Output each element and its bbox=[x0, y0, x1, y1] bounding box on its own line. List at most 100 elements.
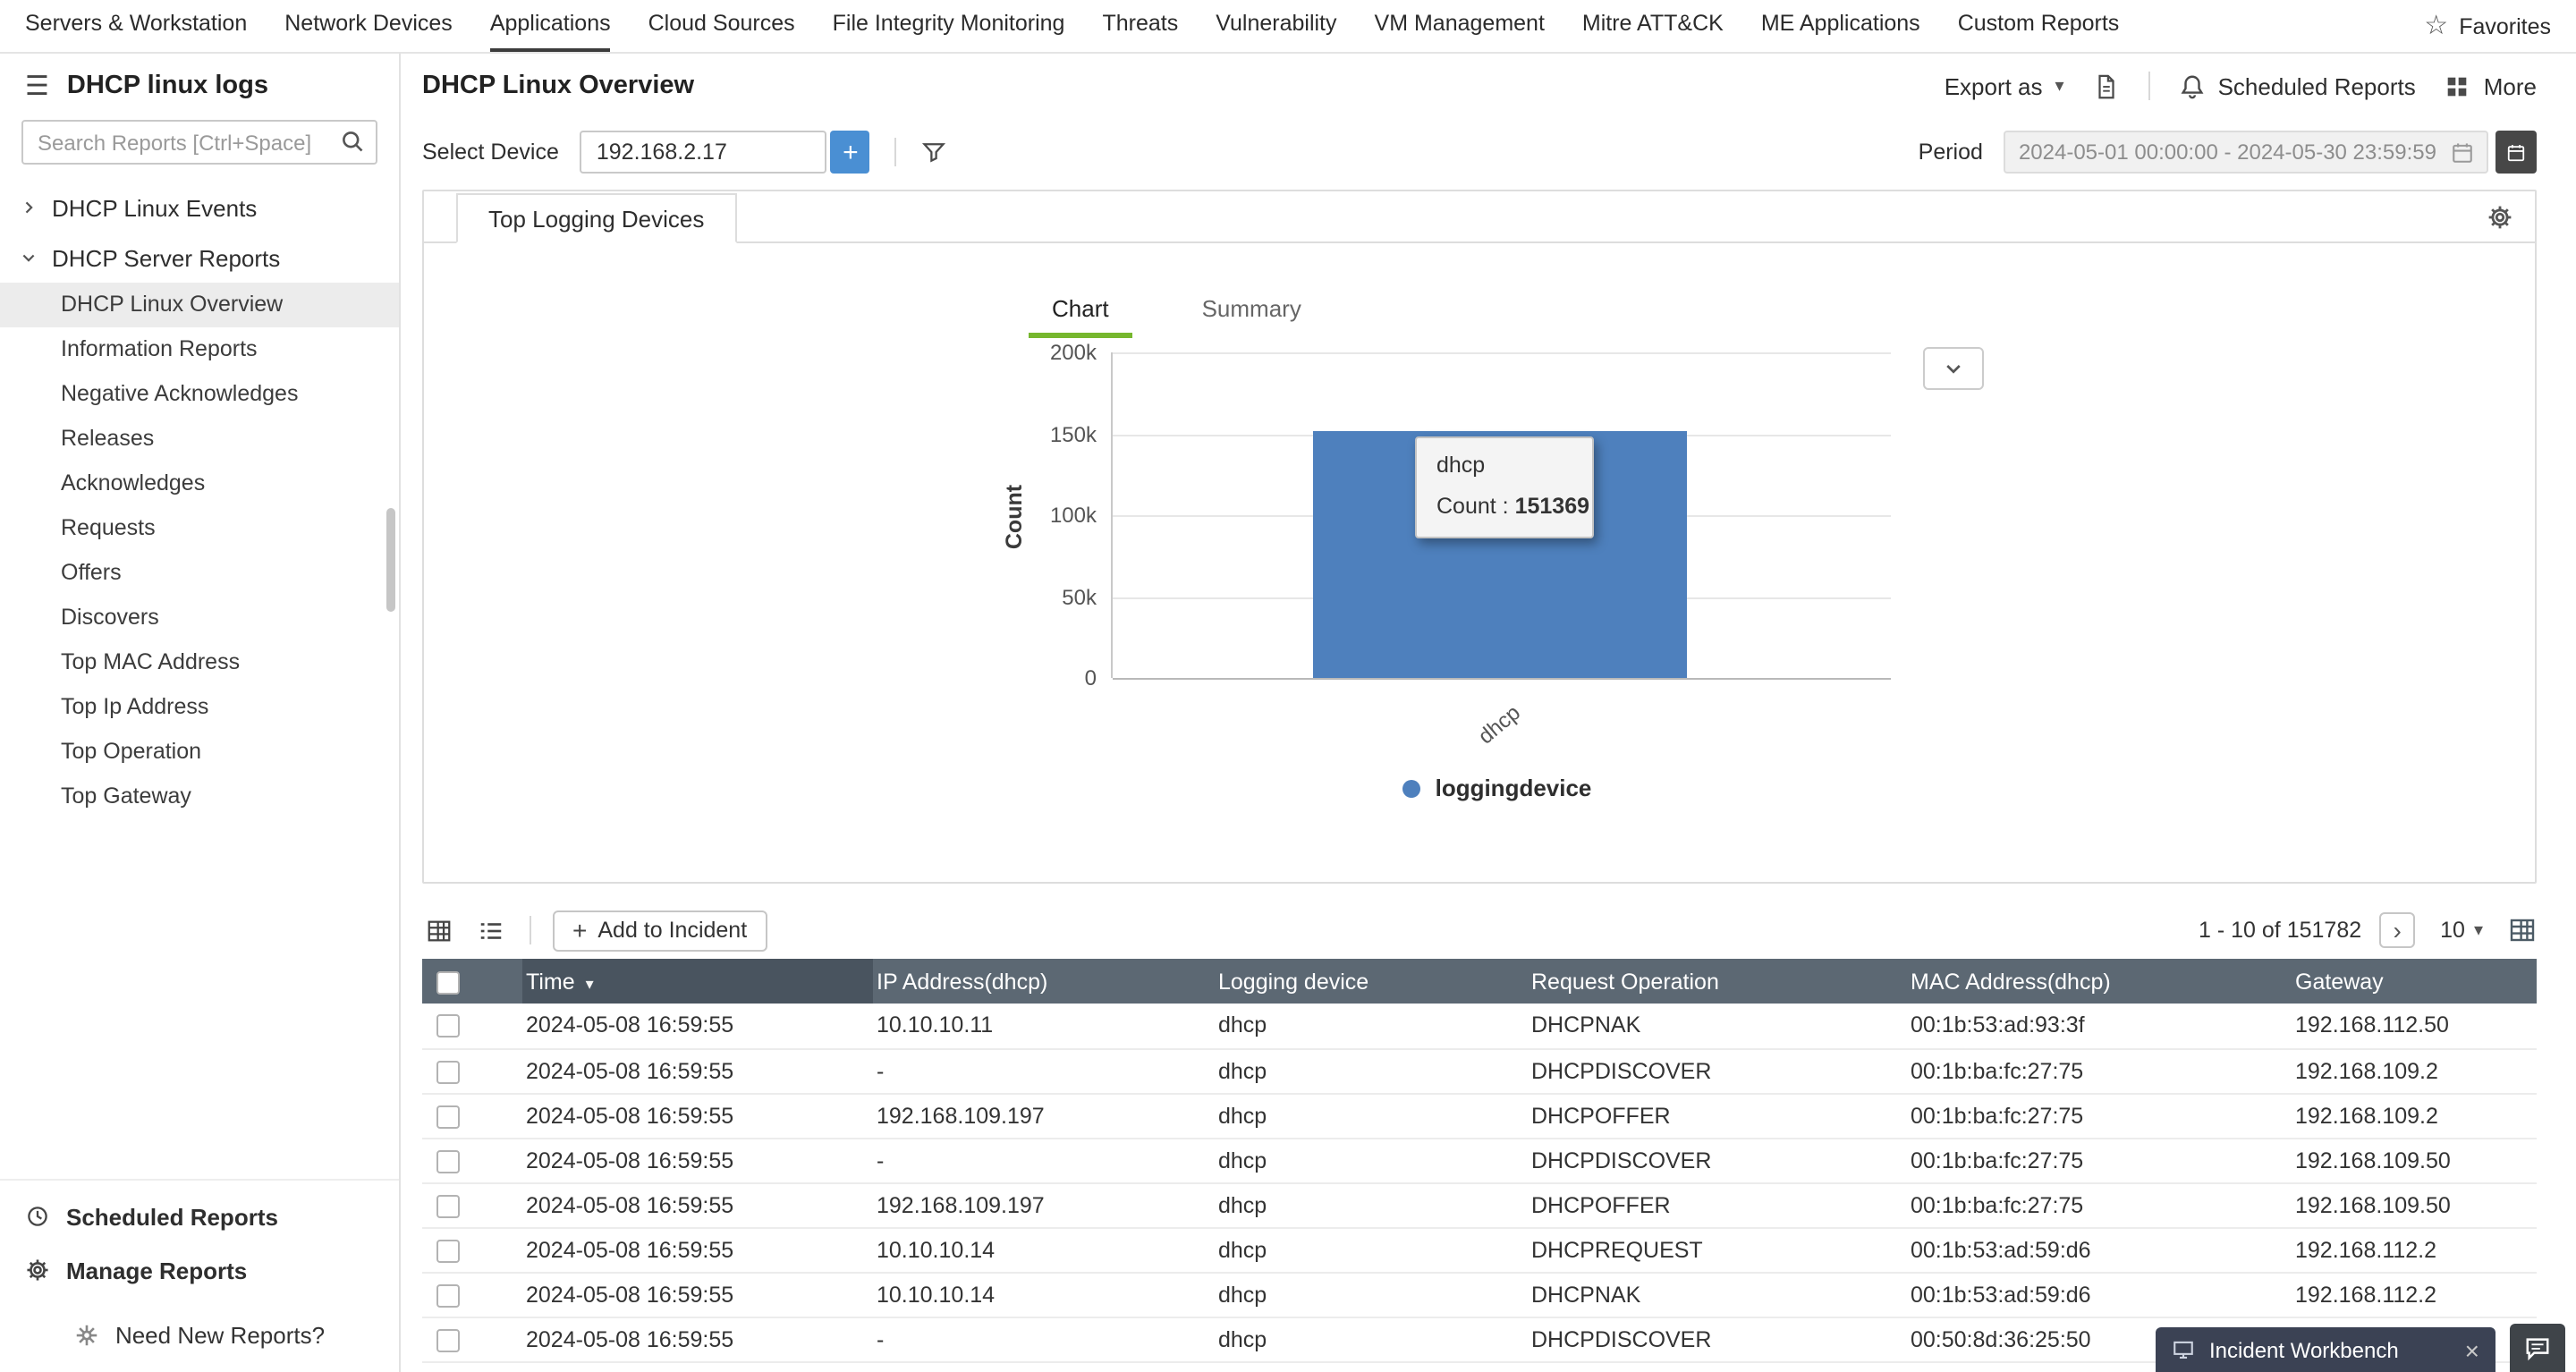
nav-item-threats[interactable]: Threats bbox=[1102, 0, 1178, 52]
need-new-reports-link[interactable]: Need New Reports? bbox=[0, 1297, 399, 1372]
nav-item-servers-workstation[interactable]: Servers & Workstation bbox=[25, 0, 247, 52]
bell-icon bbox=[2179, 72, 2206, 99]
calendar-clear-icon[interactable] bbox=[2451, 140, 2474, 164]
list-view-button[interactable] bbox=[474, 913, 508, 947]
select-all-checkbox[interactable] bbox=[436, 970, 460, 994]
grid-view-button[interactable] bbox=[422, 913, 456, 947]
column-header[interactable]: Request Operation bbox=[1528, 959, 1907, 1004]
sidebar-item[interactable]: Top MAC Address bbox=[0, 640, 399, 685]
divider bbox=[895, 138, 897, 166]
search-icon[interactable] bbox=[340, 129, 365, 163]
y-tick-label: 200k bbox=[1050, 340, 1097, 365]
column-header[interactable]: IP Address(dhcp) bbox=[873, 959, 1215, 1004]
nav-item-mitre-att-ck[interactable]: Mitre ATT&CK bbox=[1582, 0, 1724, 52]
export-file-icon[interactable] bbox=[2093, 72, 2120, 99]
nav-item-file-integrity-monitoring[interactable]: File Integrity Monitoring bbox=[833, 0, 1065, 52]
nav-item-vulnerability[interactable]: Vulnerability bbox=[1216, 0, 1336, 52]
row-checkbox[interactable] bbox=[436, 1149, 460, 1173]
chart-legend[interactable]: loggingdevice bbox=[1032, 775, 1962, 801]
page-size-select[interactable]: 10 ▾ bbox=[2440, 918, 2483, 943]
add-to-incident-button[interactable]: + Add to Incident bbox=[553, 910, 767, 951]
close-icon[interactable]: × bbox=[2465, 1337, 2479, 1362]
sidebar-item[interactable]: Acknowledges bbox=[0, 462, 399, 506]
nav-item-me-applications[interactable]: ME Applications bbox=[1761, 0, 1920, 52]
cell: 192.168.109.2 bbox=[2292, 1048, 2537, 1093]
tab-top-logging-devices[interactable]: Top Logging Devices bbox=[456, 193, 736, 243]
y-tick-label: 150k bbox=[1050, 422, 1097, 447]
favorites-button[interactable]: ☆ Favorites bbox=[2424, 0, 2551, 52]
incident-workbench-bar[interactable]: Incident Workbench × bbox=[2156, 1327, 2496, 1372]
cell: 00:1b:ba:fc:27:75 bbox=[1907, 1138, 2292, 1182]
divider bbox=[2148, 72, 2150, 100]
search-input[interactable] bbox=[21, 120, 377, 165]
sidebar-item[interactable]: Offers bbox=[0, 551, 399, 596]
sidebar-item[interactable]: Releases bbox=[0, 417, 399, 462]
sidebar-item[interactable]: Top Operation bbox=[0, 730, 399, 775]
gear-icon[interactable] bbox=[2487, 204, 2513, 231]
filter-icon[interactable] bbox=[922, 140, 947, 165]
sidebar: ☰ DHCP linux logs DHCP Linux EventsDHCP … bbox=[0, 54, 401, 1372]
sidebar-item[interactable]: Top Gateway bbox=[0, 775, 399, 819]
tab-chart[interactable]: Chart bbox=[1029, 295, 1132, 338]
scheduled-reports-button[interactable]: Scheduled Reports bbox=[2179, 72, 2416, 99]
row-checkbox[interactable] bbox=[436, 1194, 460, 1217]
x-tick-label: dhcp bbox=[1473, 700, 1525, 750]
export-as-button[interactable]: Export as ▾ bbox=[1945, 72, 2064, 99]
sidebar-scrollbar[interactable] bbox=[386, 508, 395, 612]
cell: DHCPNAK bbox=[1528, 1272, 1907, 1317]
nav-item-network-devices[interactable]: Network Devices bbox=[284, 0, 453, 52]
hamburger-menu-icon[interactable]: ☰ bbox=[25, 72, 49, 99]
period-input[interactable]: 2024-05-01 00:00:00 - 2024-05-30 23:59:5… bbox=[2004, 131, 2488, 174]
nav-item-vm-management[interactable]: VM Management bbox=[1375, 0, 1545, 52]
row-checkbox[interactable] bbox=[436, 1283, 460, 1307]
sidebar-item[interactable]: DHCP Linux Overview bbox=[0, 283, 399, 327]
sidebar-group[interactable]: DHCP Server Reports bbox=[0, 233, 399, 283]
nav-item-cloud-sources[interactable]: Cloud Sources bbox=[648, 0, 795, 52]
nav-item-custom-reports[interactable]: Custom Reports bbox=[1958, 0, 2120, 52]
calendar-button[interactable] bbox=[2496, 131, 2537, 174]
collapse-chart-button[interactable] bbox=[1923, 347, 1984, 390]
sidebar-scheduled-reports[interactable]: Scheduled Reports bbox=[0, 1190, 399, 1243]
export-table-icon[interactable] bbox=[2508, 916, 2537, 944]
nav-item-applications[interactable]: Applications bbox=[490, 0, 611, 52]
add-device-button[interactable]: + bbox=[831, 131, 870, 174]
table-row: 2024-05-08 16:59:55192.168.109.197dhcpDH… bbox=[422, 1182, 2537, 1227]
cell bbox=[1528, 1361, 1907, 1372]
row-checkbox[interactable] bbox=[436, 1015, 460, 1038]
top-nav-items: Servers & Workstation Network Devices Appl… bbox=[25, 0, 2119, 52]
cell bbox=[873, 1361, 1215, 1372]
sidebar-manage-reports[interactable]: Manage Reports bbox=[0, 1243, 399, 1297]
cell: DHCPDISCOVER bbox=[1528, 1138, 1907, 1182]
cell: 192.168.109.50 bbox=[2292, 1182, 2537, 1227]
row-checkbox[interactable] bbox=[436, 1239, 460, 1262]
sidebar-item[interactable]: Discovers bbox=[0, 596, 399, 640]
tab-summary[interactable]: Summary bbox=[1179, 295, 1325, 338]
row-checkbox[interactable] bbox=[436, 1105, 460, 1128]
cell: 2024-05-08 16:59:55 bbox=[522, 1048, 873, 1093]
more-button[interactable]: More bbox=[2445, 72, 2537, 99]
next-page-button[interactable]: › bbox=[2379, 912, 2415, 948]
column-header[interactable]: Logging device bbox=[1215, 959, 1528, 1004]
filter-row: Select Device + Period 2024-05-01 00:00:… bbox=[422, 129, 2537, 175]
sidebar-item[interactable]: Top Ip Address bbox=[0, 685, 399, 730]
row-checkbox[interactable] bbox=[436, 1328, 460, 1351]
cell bbox=[1215, 1361, 1528, 1372]
sidebar-item[interactable]: Negative Acknowledges bbox=[0, 372, 399, 417]
star-icon: ☆ bbox=[2424, 13, 2448, 39]
device-input[interactable] bbox=[580, 131, 827, 174]
row-checkbox[interactable] bbox=[436, 1060, 460, 1083]
cell: dhcp bbox=[1215, 1048, 1528, 1093]
more-label: More bbox=[2484, 72, 2537, 99]
sidebar-item[interactable]: Requests bbox=[0, 506, 399, 551]
column-header[interactable]: Time▾ bbox=[522, 959, 873, 1004]
tooltip-count-label: Count : bbox=[1436, 494, 1509, 519]
column-header[interactable]: Gateway bbox=[2292, 959, 2537, 1004]
table-row: 2024-05-08 16:59:55192.168.109.197dhcpDH… bbox=[422, 1093, 2537, 1138]
sidebar-group[interactable]: DHCP Linux Events bbox=[0, 182, 399, 233]
column-header[interactable]: MAC Address(dhcp) bbox=[1907, 959, 2292, 1004]
chevron-right-icon bbox=[20, 199, 38, 216]
chat-button[interactable] bbox=[2510, 1324, 2565, 1372]
cell: dhcp bbox=[1215, 1272, 1528, 1317]
sidebar-item[interactable]: Information Reports bbox=[0, 327, 399, 372]
export-as-label: Export as bbox=[1945, 72, 2043, 99]
